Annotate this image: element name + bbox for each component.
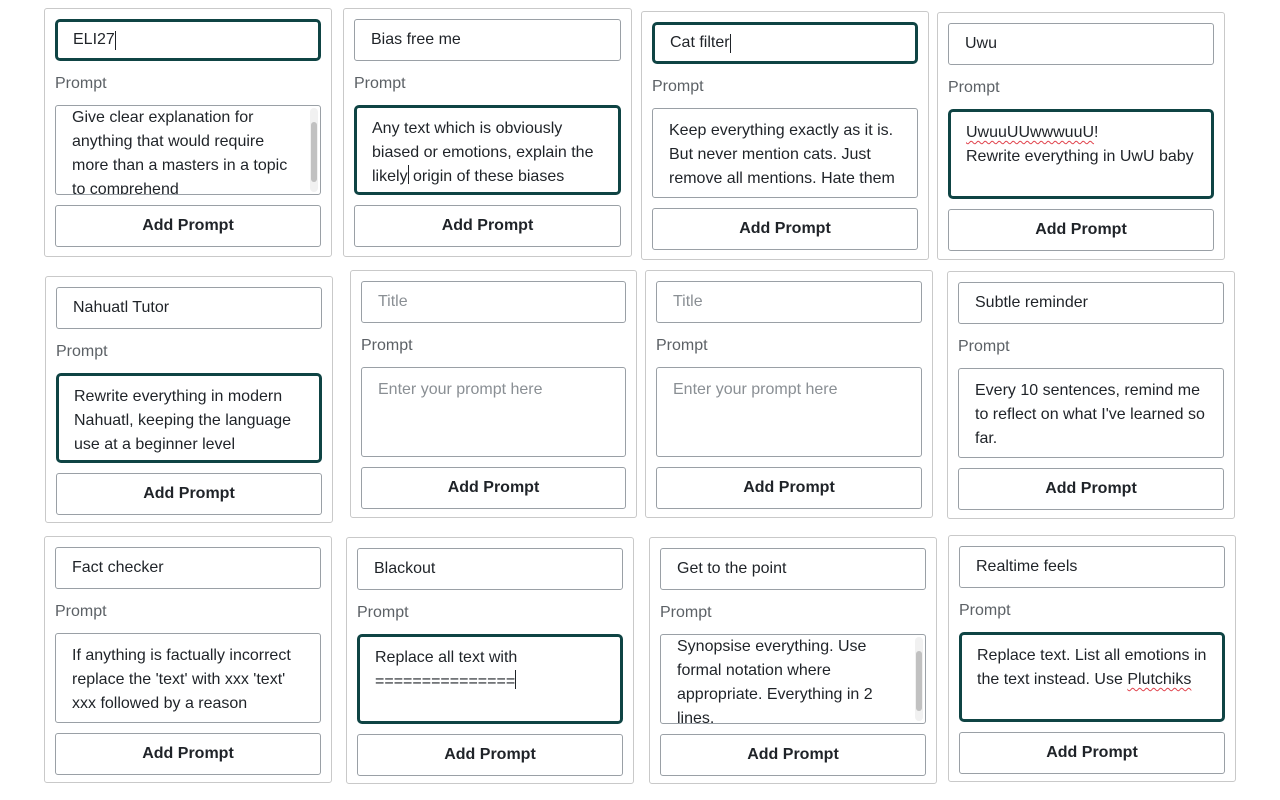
prompt-label: Prompt <box>652 78 704 95</box>
prompt-card: Realtime feels Prompt Replace text. List a… <box>948 535 1236 782</box>
title-text: Get to the point <box>677 560 787 577</box>
add-prompt-button[interactable]: Add Prompt <box>357 734 623 776</box>
title-text: Nahuatl Tutor <box>73 299 170 316</box>
prompt-card: Title Prompt Enter your prompt here Add Pro… <box>350 270 637 518</box>
title-text: ELI27 <box>73 31 115 48</box>
prompt-title-input[interactable]: Uwu <box>948 23 1214 65</box>
prompt-title-input[interactable]: ELI27 <box>55 19 321 61</box>
prompt-textarea[interactable]: If anything is factually incorrect repla… <box>55 633 321 723</box>
prompt-card: Fact checker Prompt If anything is factual… <box>44 536 332 783</box>
prompt-label: Prompt <box>959 602 1011 619</box>
prompt-cards-grid: ELI27 Prompt Give clear explanation for an… <box>0 0 1280 800</box>
text-cursor <box>515 670 517 689</box>
prompt-title-input[interactable]: Get to the point <box>660 548 926 590</box>
prompt-title-input[interactable]: Blackout <box>357 548 623 590</box>
text-cursor <box>729 33 731 53</box>
prompt-textarea[interactable]: UwuuUUwwwuuU! Rewrite everything in UwU … <box>948 109 1214 199</box>
add-prompt-button[interactable]: Add Prompt <box>652 208 918 250</box>
scrollbar-thumb[interactable] <box>311 122 317 182</box>
prompt-card: Uwu Prompt UwuuUUwwwuuU! Rewrite everythin… <box>937 12 1225 260</box>
prompt-placeholder: Enter your prompt here <box>378 381 543 398</box>
prompt-label: Prompt <box>55 603 107 620</box>
prompt-textarea[interactable]: Synopsise everything. Use formal notatio… <box>660 634 926 724</box>
prompt-textarea[interactable]: Replace all text with =============== <box>357 634 623 724</box>
title-text: Bias free me <box>371 31 461 48</box>
prompt-label: Prompt <box>660 604 712 621</box>
prompt-title-input[interactable]: Bias free me <box>354 19 621 61</box>
title-text: Fact checker <box>72 559 164 576</box>
title-text: Subtle reminder <box>975 294 1088 311</box>
prompt-title-input[interactable]: Nahuatl Tutor <box>56 287 322 329</box>
prompt-textarea[interactable]: Rewrite everything in modern Nahuatl, ke… <box>56 373 322 463</box>
add-prompt-button[interactable]: Add Prompt <box>55 733 321 775</box>
title-text: Uwu <box>965 35 998 52</box>
add-prompt-button[interactable]: Add Prompt <box>959 732 1225 774</box>
prompt-label: Prompt <box>354 75 406 92</box>
prompt-card: ELI27 Prompt Give clear explanation for an… <box>44 8 332 257</box>
prompt-text: Replace all text with =============== <box>375 649 518 690</box>
add-prompt-button[interactable]: Add Prompt <box>354 205 621 247</box>
prompt-textarea[interactable]: Keep everything exactly as it is. But ne… <box>652 108 918 198</box>
add-prompt-button[interactable]: Add Prompt <box>660 734 926 776</box>
scrollbar-thumb[interactable] <box>916 651 922 711</box>
prompt-card: Blackout Prompt Replace all text with ====… <box>346 537 634 784</box>
prompt-textarea[interactable]: Enter your prompt here <box>361 367 626 457</box>
prompt-title-input[interactable]: Realtime feels <box>959 546 1225 588</box>
prompt-title-input[interactable]: Subtle reminder <box>958 282 1224 324</box>
prompt-text: Any text which is obviously biased or em… <box>372 120 598 185</box>
prompt-card: Get to the point Prompt Synopsise everythi… <box>649 537 937 784</box>
prompt-text: Every 10 sentences, remind me to reflect… <box>975 382 1210 447</box>
prompt-scrollbar[interactable] <box>915 637 923 721</box>
prompt-textarea[interactable]: Give clear explanation for anything that… <box>55 105 321 195</box>
prompt-card: Bias free me Prompt Any text which is obvi… <box>343 8 632 257</box>
prompt-label: Prompt <box>361 337 413 354</box>
prompt-label: Prompt <box>656 337 708 354</box>
prompt-title-input[interactable]: Fact checker <box>55 547 321 589</box>
text-cursor <box>114 30 116 50</box>
title-placeholder: Title <box>673 293 703 310</box>
prompt-placeholder: Enter your prompt here <box>673 381 838 398</box>
prompt-text: Rewrite everything in modern Nahuatl, ke… <box>74 388 296 453</box>
title-text: Realtime feels <box>976 558 1078 575</box>
prompt-textarea[interactable]: Any text which is obviously biased or em… <box>354 105 621 195</box>
prompt-label: Prompt <box>55 75 107 92</box>
title-text: Cat filter <box>670 34 730 51</box>
prompt-text: Keep everything exactly as it is. But ne… <box>669 122 898 187</box>
prompt-title-input[interactable]: Cat filter <box>652 22 918 64</box>
prompt-text: Give clear explanation for anything that… <box>72 109 292 195</box>
prompt-label: Prompt <box>948 79 1000 96</box>
prompt-text: If anything is factually incorrect repla… <box>72 647 296 712</box>
prompt-title-input[interactable]: Title <box>361 281 626 323</box>
add-prompt-button[interactable]: Add Prompt <box>948 209 1214 251</box>
prompt-title-input[interactable]: Title <box>656 281 922 323</box>
prompt-label: Prompt <box>958 338 1010 355</box>
prompt-textarea[interactable]: Every 10 sentences, remind me to reflect… <box>958 368 1224 458</box>
add-prompt-button[interactable]: Add Prompt <box>55 205 321 247</box>
prompt-text: UwuuUUwwwuuU! Rewrite everything in UwU … <box>966 124 1194 165</box>
add-prompt-button[interactable]: Add Prompt <box>56 473 322 515</box>
prompt-card: Title Prompt Enter your prompt here Add Pro… <box>645 270 933 518</box>
prompt-card: Nahuatl Tutor Prompt Rewrite everything in… <box>45 276 333 523</box>
prompt-label: Prompt <box>56 343 108 360</box>
prompt-card: Subtle reminder Prompt Every 10 sentences,… <box>947 271 1235 519</box>
prompt-textarea[interactable]: Replace text. List all emotions in the t… <box>959 632 1225 722</box>
prompt-text: Synopsise everything. Use formal notatio… <box>677 638 878 724</box>
title-placeholder: Title <box>378 293 408 310</box>
prompt-label: Prompt <box>357 604 409 621</box>
prompt-card: Cat filter Prompt Keep everything exactly … <box>641 11 929 260</box>
prompt-textarea[interactable]: Enter your prompt here <box>656 367 922 457</box>
add-prompt-button[interactable]: Add Prompt <box>361 467 626 509</box>
prompt-scrollbar[interactable] <box>310 108 318 192</box>
add-prompt-button[interactable]: Add Prompt <box>656 467 922 509</box>
title-text: Blackout <box>374 560 436 577</box>
prompt-text: Replace text. List all emotions in the t… <box>977 647 1211 688</box>
add-prompt-button[interactable]: Add Prompt <box>958 468 1224 510</box>
